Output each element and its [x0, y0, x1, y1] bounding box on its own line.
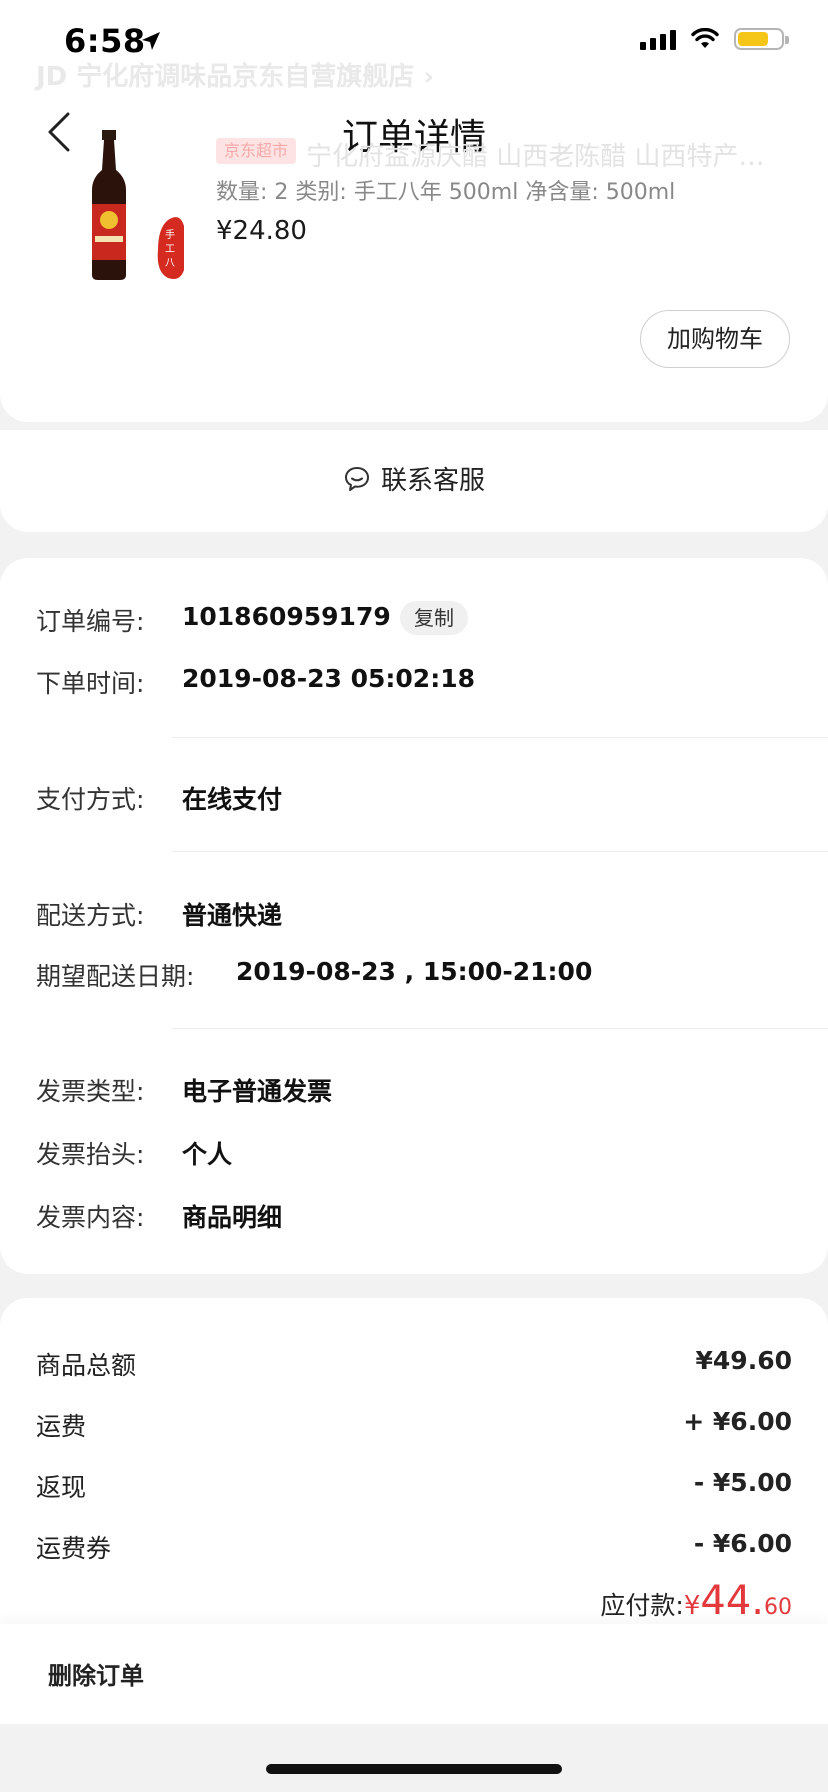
order-time-label: 下单时间:: [36, 669, 145, 698]
payable-amount: 应付款: ¥ 44. 60: [600, 1578, 792, 1624]
divider: [172, 851, 828, 852]
product-spec: 数量: 2 类别: 手工八年 500ml 净含量: 500ml: [216, 180, 676, 205]
copy-button[interactable]: 复制: [400, 601, 468, 635]
contact-service-label: 联系客服: [380, 466, 485, 496]
cellular-signal-icon: [640, 28, 676, 50]
payable-decimal: 60: [764, 1595, 792, 1620]
invoice-type-label: 发票类型:: [36, 1077, 145, 1106]
delivery-value: 普通快递: [182, 901, 283, 930]
divider: [172, 737, 828, 738]
status-indicators: [640, 28, 789, 50]
expected-date-value: 2019-08-23 , 15:00-21:00: [236, 957, 593, 986]
contact-service-button[interactable]: 联系客服: [0, 460, 828, 497]
product-price: ¥24.80: [216, 216, 307, 246]
svg-text:八: 八: [165, 258, 175, 269]
invoice-type-value: 电子普通发票: [182, 1077, 333, 1106]
payable-integer: 44.: [700, 1578, 764, 1624]
delivery-label: 配送方式:: [36, 901, 145, 930]
price-row-label: 运费: [36, 1412, 87, 1441]
home-indicator[interactable]: [266, 1764, 562, 1774]
shop-name[interactable]: JD 宁化府调味品京东自营旗舰店 ›: [36, 56, 434, 93]
price-row-value: - ¥6.00: [693, 1529, 792, 1558]
expected-date-label: 期望配送日期:: [36, 962, 195, 991]
order-no-value: 101860959179: [182, 602, 391, 631]
price-row-label: 返现: [36, 1473, 87, 1502]
price-row-value: - ¥5.00: [693, 1468, 792, 1497]
product-tag: 京东超市: [216, 138, 296, 164]
bottle-seal-text: 手: [165, 228, 175, 241]
chat-bubble-icon: [344, 466, 369, 491]
invoice-title-value: 个人: [182, 1140, 233, 1169]
order-time-value: 2019-08-23 05:02:18: [182, 664, 475, 693]
delete-order-button[interactable]: 删除订单: [48, 1656, 144, 1691]
divider: [172, 1028, 828, 1029]
price-row-value: + ¥6.00: [683, 1407, 792, 1436]
payable-currency: ¥: [683, 1591, 701, 1621]
invoice-title-label: 发票抬头:: [36, 1140, 145, 1169]
battery-icon: [734, 28, 789, 50]
status-time: 6:58: [64, 22, 146, 60]
product-name[interactable]: 宁化府益源庆醋 山西老陈醋 山西特产…: [306, 136, 786, 173]
svg-text:工: 工: [165, 244, 175, 255]
location-arrow-icon: [140, 30, 162, 56]
product-image[interactable]: 手 工 八: [80, 130, 198, 290]
price-row-value: ¥49.60: [695, 1346, 792, 1375]
invoice-content-label: 发票内容:: [36, 1203, 145, 1232]
wifi-icon: [691, 28, 719, 48]
order-no-label: 订单编号:: [36, 607, 145, 636]
price-row-label: 商品总额: [36, 1351, 137, 1380]
payment-label: 支付方式:: [36, 785, 145, 814]
payment-value: 在线支付: [182, 785, 283, 814]
invoice-content-value: 商品明细: [182, 1203, 283, 1232]
payable-label: 应付款:: [600, 1591, 684, 1620]
price-row-label: 运费券: [36, 1534, 112, 1563]
add-to-cart-button[interactable]: 加购物车: [640, 310, 790, 368]
